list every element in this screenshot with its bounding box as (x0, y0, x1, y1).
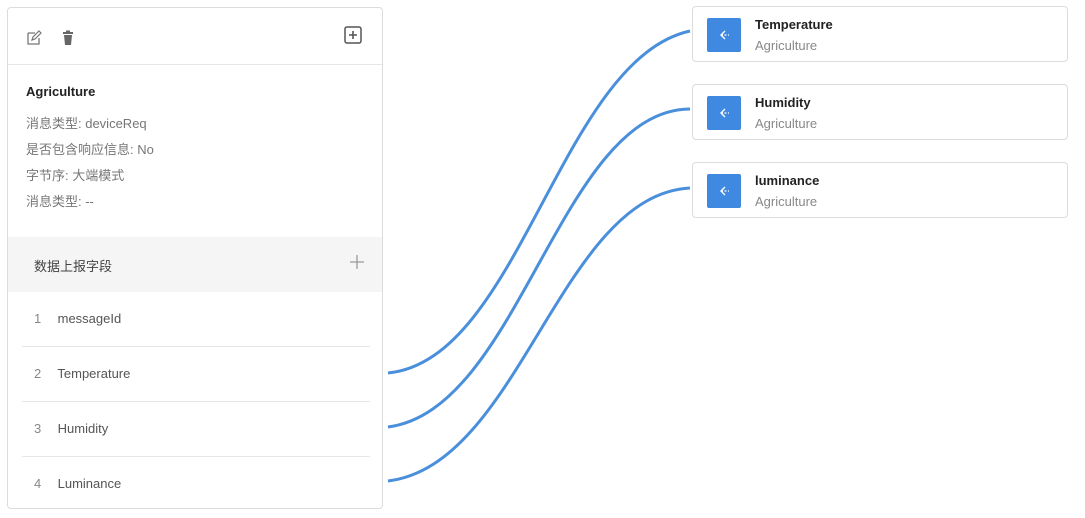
target-card-temperature[interactable]: Temperature Agriculture (692, 6, 1068, 62)
field-name: Temperature (57, 366, 131, 381)
field-name: Luminance (57, 476, 122, 491)
target-title: luminance (755, 173, 820, 188)
toolbar-divider (8, 64, 382, 65)
section-title: 数据上报字段 (34, 259, 113, 274)
info-message-type-2: 消息类型: -- (26, 194, 94, 209)
info-byte-order: 字节序: 大端模式 (26, 168, 125, 183)
field-name: Humidity (57, 421, 109, 436)
target-subtitle: Agriculture (755, 116, 818, 131)
target-title: Humidity (755, 95, 811, 110)
field-name: messageId (57, 311, 122, 326)
target-subtitle: Agriculture (755, 38, 818, 53)
connector-temperature (387, 29, 691, 375)
plus-icon[interactable] (348, 253, 366, 271)
field-row-humidity[interactable]: 3 Humidity (22, 402, 370, 457)
input-arrow-icon (707, 96, 741, 130)
target-card-humidity[interactable]: Humidity Agriculture (692, 84, 1068, 140)
field-list: 1 messageId 2 Temperature 3 Humidity 4 L… (22, 292, 370, 508)
info-message-type: 消息类型: deviceReq (26, 116, 147, 131)
connector-luminance (387, 186, 691, 483)
field-row-messageid[interactable]: 1 messageId (22, 292, 370, 347)
field-row-luminance[interactable]: 4 Luminance (22, 457, 370, 508)
target-title: Temperature (755, 17, 833, 32)
field-number: 1 (34, 311, 42, 326)
info-has-response: 是否包含响应信息: No (26, 142, 154, 157)
add-box-icon[interactable] (344, 26, 362, 44)
card-toolbar (8, 8, 382, 64)
target-card-luminance[interactable]: luminance Agriculture (692, 162, 1068, 218)
message-info: Agriculture 消息类型: deviceReq 是否包含响应信息: No… (26, 84, 154, 215)
field-number: 4 (34, 476, 42, 491)
input-arrow-icon (707, 18, 741, 52)
message-card: Agriculture 消息类型: deviceReq 是否包含响应信息: No… (7, 7, 383, 509)
field-number: 2 (34, 366, 42, 381)
delete-icon[interactable] (60, 30, 76, 46)
input-arrow-icon (707, 174, 741, 208)
report-fields-header: 数据上报字段 (8, 237, 382, 292)
field-number: 3 (34, 421, 42, 436)
edit-icon[interactable] (26, 30, 42, 46)
connector-humidity (387, 107, 691, 429)
target-subtitle: Agriculture (755, 194, 818, 209)
card-title: Agriculture (26, 84, 96, 99)
field-row-temperature[interactable]: 2 Temperature (22, 347, 370, 402)
